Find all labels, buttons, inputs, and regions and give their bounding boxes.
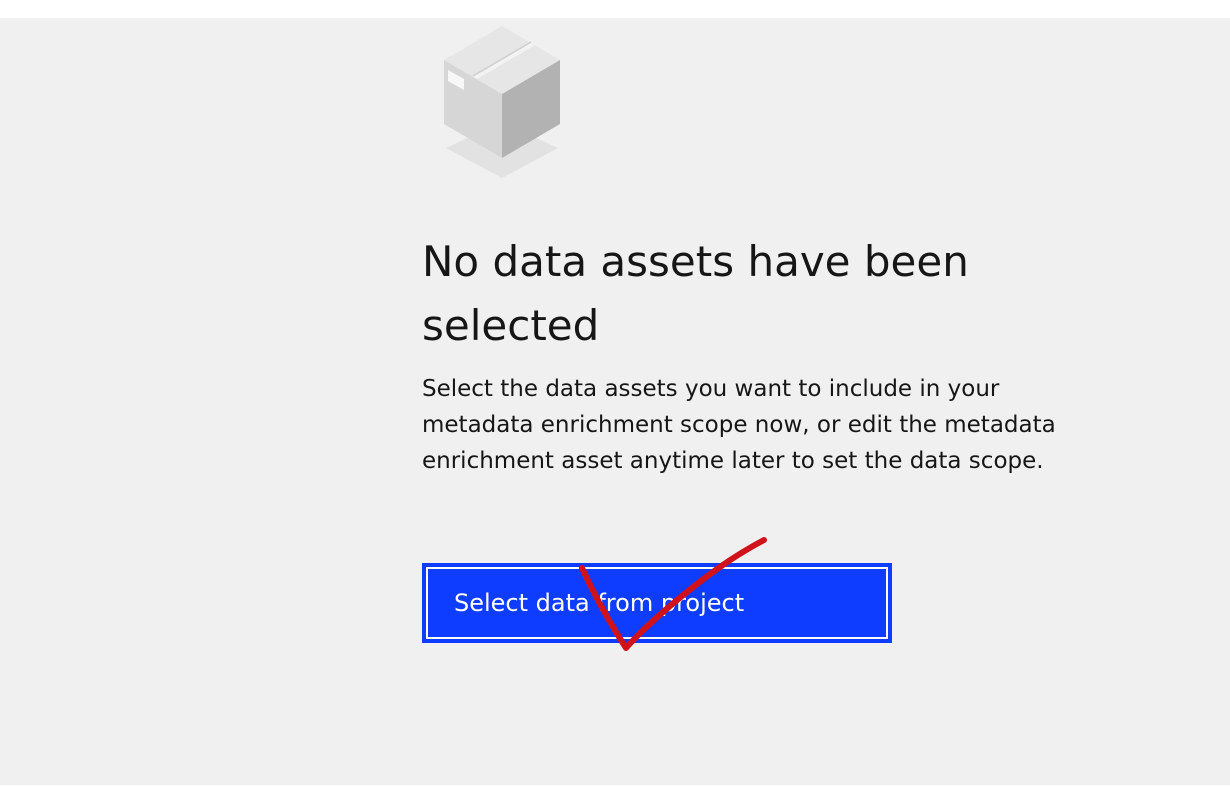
empty-state-title: No data assets have been selected — [422, 237, 969, 350]
package-box-icon — [440, 24, 564, 182]
empty-state-description: Select the data assets you want to inclu… — [422, 376, 1056, 474]
top-bar — [0, 0, 1230, 18]
button-label: Select data from project — [454, 589, 745, 617]
select-data-from-project-button[interactable]: Select data from project — [422, 563, 892, 643]
